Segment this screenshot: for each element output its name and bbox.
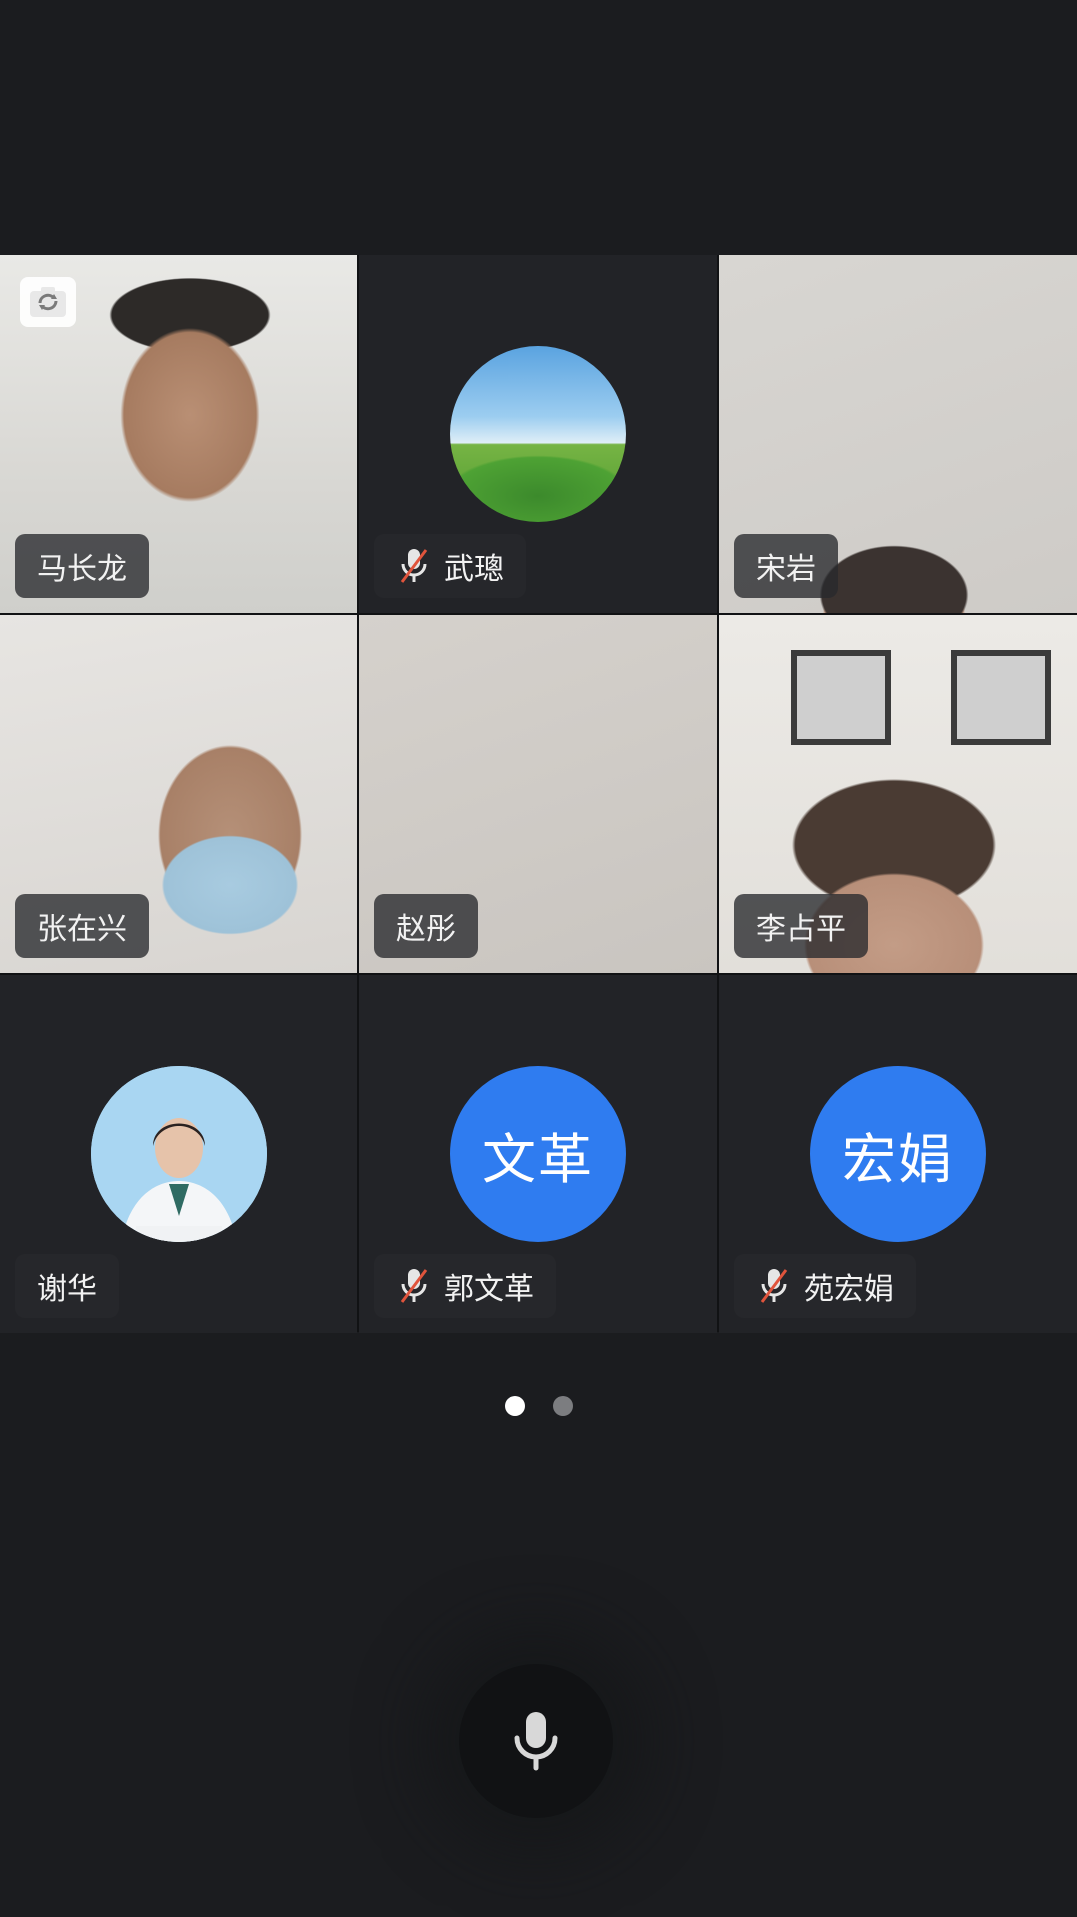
camera-switch-button[interactable] — [20, 277, 76, 327]
participant-name: 赵彤 — [396, 912, 456, 947]
mic-muted-icon — [396, 546, 432, 586]
participant-name-tag: 赵彤 — [374, 894, 478, 958]
avatar-initials: 宏娟 — [810, 1066, 986, 1242]
participant-name-tag: 郭文革 — [374, 1254, 556, 1318]
page-dot-2[interactable] — [552, 1396, 573, 1416]
participant-tile-2[interactable]: 武璁 — [359, 255, 717, 613]
page-dot-1[interactable] — [504, 1396, 525, 1416]
participant-name-tag: 李占平 — [734, 894, 868, 958]
participant-name-tag: 宋岩 — [734, 534, 838, 598]
page-indicator[interactable] — [0, 1396, 1077, 1416]
avatar — [90, 1066, 267, 1242]
avatar — [450, 346, 626, 522]
participant-name-tag: 苑宏娟 — [734, 1254, 916, 1318]
participant-name: 武璁 — [444, 552, 504, 587]
participant-name: 李占平 — [756, 912, 846, 947]
mic-muted-icon — [756, 1266, 792, 1306]
participant-name: 张在兴 — [37, 912, 127, 947]
participant-name: 马长龙 — [37, 552, 127, 587]
participant-tile-6[interactable]: 李占平 — [719, 615, 1077, 973]
participant-name: 郭文革 — [444, 1272, 534, 1307]
doctor-photo — [90, 1066, 267, 1242]
mic-muted-icon — [396, 1266, 432, 1306]
wall-frame — [791, 650, 891, 745]
participant-name: 宋岩 — [756, 552, 816, 587]
microphone-button[interactable] — [459, 1664, 613, 1818]
microphone-icon — [514, 1712, 558, 1771]
wall-frame — [951, 650, 1051, 745]
participant-name-tag: 谢华 — [15, 1254, 119, 1318]
camera-switch-icon — [30, 287, 66, 317]
avatar-initials: 文革 — [450, 1066, 626, 1242]
participant-name-tag: 张在兴 — [15, 894, 149, 958]
participant-tile-7[interactable]: 谢华 — [0, 975, 357, 1333]
participant-name: 谢华 — [37, 1272, 97, 1307]
participant-name-tag: 马长龙 — [15, 534, 149, 598]
participant-tile-3[interactable]: 宋岩 — [719, 255, 1077, 613]
participant-name-tag: 武璁 — [374, 534, 526, 598]
participant-grid: 马长龙 武璁 宋岩 张在兴 赵彤 李占平 谢华 文革 郭文革 宏娟 苑宏娟 — [0, 255, 1077, 1333]
participant-tile-4[interactable]: 张在兴 — [0, 615, 357, 973]
meeting-screen: 马长龙 武璁 宋岩 张在兴 赵彤 李占平 谢华 文革 郭文革 宏娟 苑宏娟 — [0, 0, 1077, 1917]
participant-name: 苑宏娟 — [804, 1272, 894, 1307]
participant-tile-8[interactable]: 文革 郭文革 — [359, 975, 717, 1333]
participant-tile-5[interactable]: 赵彤 — [359, 615, 717, 973]
participant-tile-9[interactable]: 宏娟 苑宏娟 — [719, 975, 1077, 1333]
participant-tile-1[interactable]: 马长龙 — [0, 255, 357, 613]
